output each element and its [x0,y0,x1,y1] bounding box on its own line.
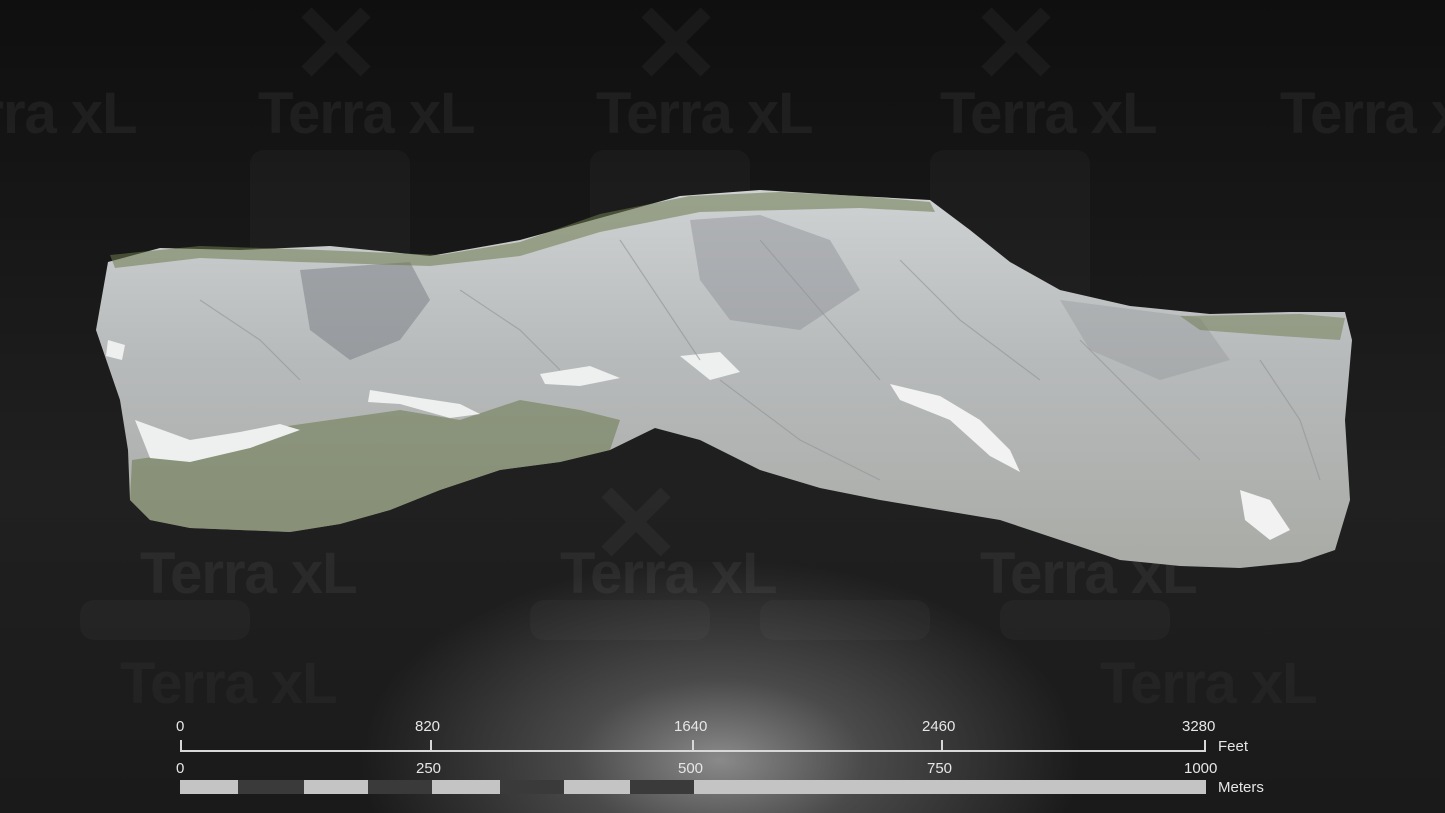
meters-segment-light [432,780,500,794]
feet-tick-label: 1640 [674,718,708,735]
feet-tick-label: 3280 [1182,718,1216,735]
meters-scale-bar [180,780,1206,794]
feet-tick-mark [430,740,432,752]
feet-tick-label: 820 [415,718,441,735]
meters-segment-dark [630,780,694,794]
feet-tick-mark [180,740,182,752]
meters-unit-label: Meters [1218,779,1264,796]
feet-tick-mark [1204,740,1206,752]
meters-segment-dark [500,780,564,794]
meters-segment-light [694,780,1206,794]
meters-tick-label: 0 [176,760,185,777]
feet-tick-mark [692,740,694,752]
feet-tick-mark [941,740,943,752]
meters-segment-dark [368,780,432,794]
meters-tick-label: 1000 [1184,760,1218,777]
meters-segment-light [304,780,368,794]
meters-tick-label: 750 [927,760,953,777]
feet-tick-label: 2460 [922,718,956,735]
feet-unit-label: Feet [1218,738,1249,755]
meters-tick-label: 500 [678,760,704,777]
meters-segment-light [564,780,630,794]
meters-segment-light [180,780,238,794]
feet-tick-label: 0 [176,718,185,735]
meters-segment-dark [238,780,304,794]
viewport-background: ✕ ✕ ✕ ✕ Terra xL Terra xL Terra xL Terra… [0,0,1445,813]
meters-tick-label: 250 [416,760,442,777]
terrain-3d-model[interactable] [0,0,1445,813]
